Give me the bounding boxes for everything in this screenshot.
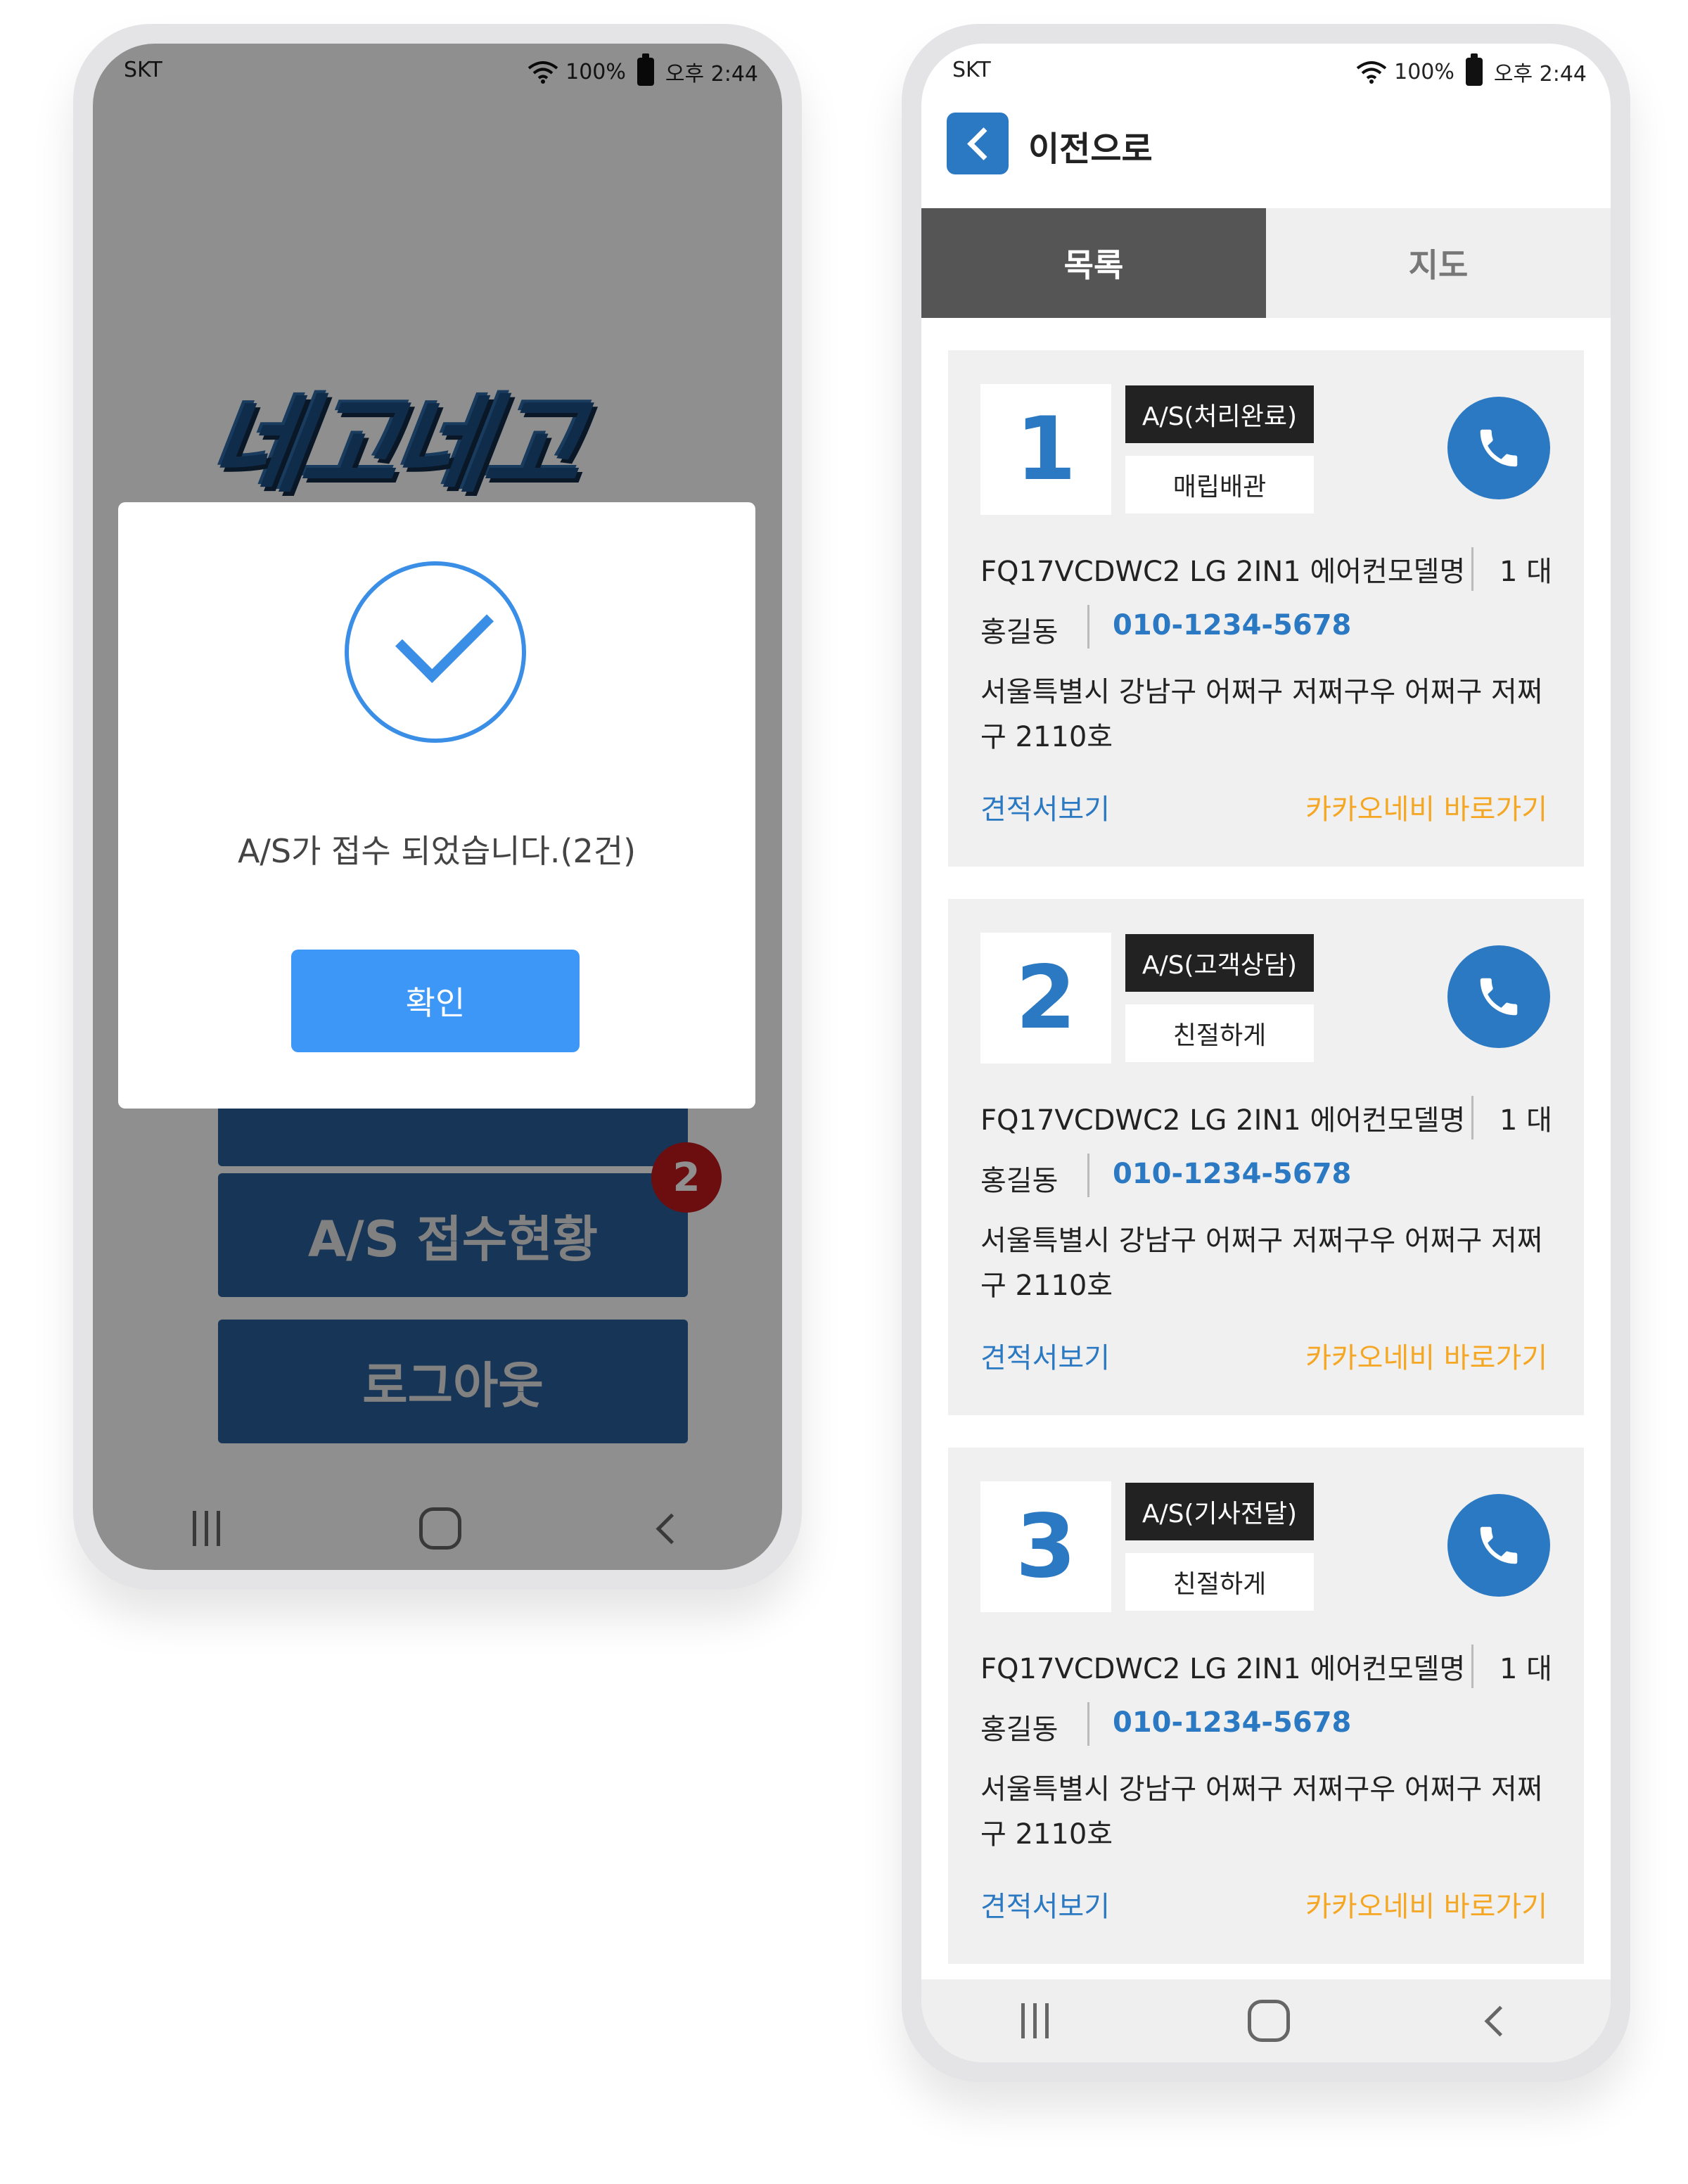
kakao-navi-link[interactable]: 카카오네비 바로가기 [1305,1335,1547,1376]
address: 서울특별시 강남구 어쩌구 저쩌구우 어쩌구 저쩌구 2110호 [980,1773,1543,1851]
customer-name: 홍길동 [980,616,1059,649]
back-chevron-icon [967,127,1000,160]
tab-list[interactable]: 목록 [921,208,1266,318]
back-title[interactable]: 이전으로 [1028,121,1153,170]
right-phone-screen: SKT 100% 오후 2:44 이전으로 목록 지도 1 A/S(처리완료) … [921,44,1611,2062]
left-phone-frame: SKT 100% 오후 2:44 네고네고 A/S 접수현황 2 로그아웃 A/… [73,24,802,1590]
as-card: 3 A/S(기사전달) 친절하게 FQ17VCDWC2 LG 2IN1 에어컨모… [948,1448,1584,1964]
card-number: 1 [980,384,1111,515]
estimate-link[interactable]: 견적서보기 [980,1884,1110,1924]
status-time: 오후 2:44 [1493,62,1587,87]
status-tag: A/S(처리완료) [1125,385,1314,443]
divider [1471,1096,1473,1139]
nav-back-icon[interactable] [1484,2005,1516,2036]
android-nav-bar [921,1979,1611,2062]
phone-icon [1480,1526,1518,1564]
tab-bar: 목록 지도 [921,208,1611,318]
status-tag: A/S(기사전달) [1125,1483,1314,1540]
phone-number-link[interactable]: 010-1234-5678 [1113,1158,1351,1190]
kakao-navi-link[interactable]: 카카오네비 바로가기 [1305,1884,1547,1924]
tab-map[interactable]: 지도 [1266,208,1611,318]
address: 서울특별시 강남구 어쩌구 저쩌구우 어쩌구 저쩌구 2110호 [980,676,1543,753]
carrier-label: SKT [952,58,991,82]
divider [1471,547,1473,591]
type-tag: 친절하게 [1125,1553,1314,1611]
divider [1087,1702,1089,1746]
estimate-link[interactable]: 견적서보기 [980,1335,1110,1376]
nav-recent-icon[interactable] [1021,2003,1049,2038]
call-button[interactable] [1447,1494,1550,1597]
battery-icon [1465,53,1483,86]
as-card: 1 A/S(처리완료) 매립배관 FQ17VCDWC2 LG 2IN1 에어컨모… [948,350,1584,867]
address: 서울특별시 강남구 어쩌구 저쩌구우 어쩌구 저쩌구 2110호 [980,1225,1543,1302]
as-list: 1 A/S(처리완료) 매립배관 FQ17VCDWC2 LG 2IN1 에어컨모… [921,318,1611,1979]
divider [1087,605,1089,649]
dialog-message: A/S가 접수 되었습니다.(2건) [237,832,637,870]
check-icon [345,561,526,743]
type-tag: 친절하게 [1125,1004,1314,1062]
card-number: 3 [980,1481,1111,1612]
phone-number-link[interactable]: 010-1234-5678 [1113,609,1351,641]
back-button[interactable] [947,113,1009,174]
divider [1471,1645,1473,1688]
wifi-icon [1356,61,1387,84]
battery-percent: 100% [1394,59,1454,84]
status-right: 100% 오후 2:44 [1356,53,1587,87]
nav-home-icon[interactable] [1247,2000,1290,2042]
confirm-dialog: A/S가 접수 되었습니다.(2건) 확인 [118,502,755,1109]
model-name: FQ17VCDWC2 LG 2IN1 에어컨모델명 [980,556,1466,588]
kakao-navi-link[interactable]: 카카오네비 바로가기 [1305,786,1547,827]
customer-name: 홍길동 [980,1713,1059,1746]
confirm-button[interactable]: 확인 [291,950,580,1052]
status-bar: SKT 100% 오후 2:44 [921,44,1611,87]
left-phone-screen: SKT 100% 오후 2:44 네고네고 A/S 접수현황 2 로그아웃 A/… [93,44,782,1570]
phone-number-link[interactable]: 010-1234-5678 [1113,1706,1351,1739]
card-number: 2 [980,933,1111,1064]
estimate-link[interactable]: 견적서보기 [980,786,1110,827]
call-button[interactable] [1447,397,1550,499]
type-tag: 매립배관 [1125,456,1314,513]
customer-name: 홍길동 [980,1165,1059,1197]
divider [1087,1154,1089,1197]
phone-icon [1480,429,1518,467]
quantity: 1 대 [1500,1653,1552,1685]
right-phone-frame: SKT 100% 오후 2:44 이전으로 목록 지도 1 A/S(처리완료) … [902,24,1630,2082]
quantity: 1 대 [1500,556,1552,588]
model-name: FQ17VCDWC2 LG 2IN1 에어컨모델명 [980,1653,1466,1685]
call-button[interactable] [1447,945,1550,1048]
as-card: 2 A/S(고객상담) 친절하게 FQ17VCDWC2 LG 2IN1 에어컨모… [948,899,1584,1415]
model-name: FQ17VCDWC2 LG 2IN1 에어컨모델명 [980,1104,1466,1137]
status-tag: A/S(고객상담) [1125,934,1314,992]
quantity: 1 대 [1500,1104,1552,1137]
phone-icon [1480,978,1518,1016]
